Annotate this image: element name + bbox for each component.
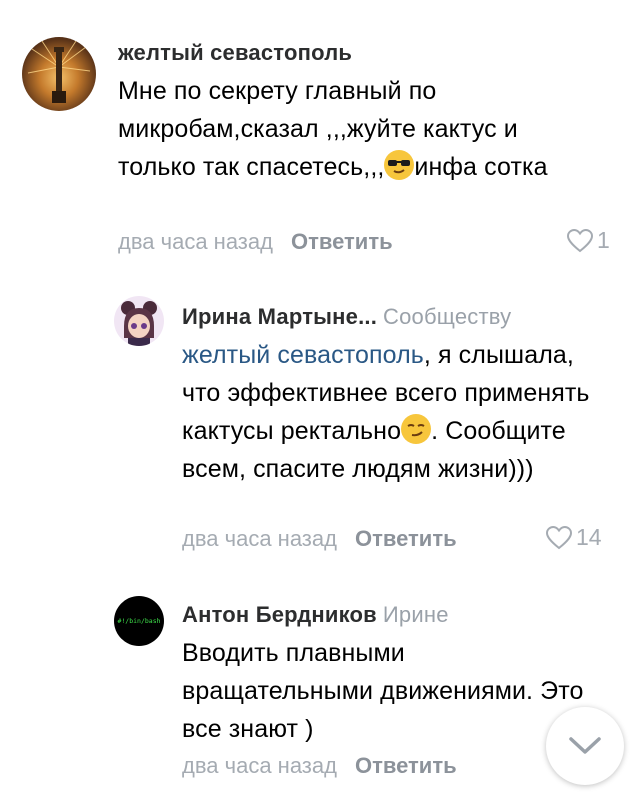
comment-meta: два часа назад Ответить (182, 753, 457, 779)
mention-link[interactable]: желтый севастополь (182, 341, 424, 369)
avatar[interactable] (114, 296, 164, 346)
heart-icon (546, 525, 572, 549)
comment-time: два часа назад (118, 229, 273, 254)
comment-meta: два часа назад Ответить (182, 526, 457, 552)
avatar[interactable] (22, 37, 96, 111)
author-name[interactable]: Ирина Мартыне... (182, 304, 377, 329)
reply-button[interactable]: Ответить (355, 753, 457, 778)
like-count: 14 (576, 524, 602, 550)
comment-text: желтый севастополь, я слышала, что эффек… (182, 336, 617, 488)
like-button[interactable]: 1 (567, 227, 610, 254)
comment-author: Антон Бердников Ирине (182, 602, 449, 628)
like-button[interactable]: 14 (546, 524, 602, 551)
comment-1: желтый севастополь Мне по секрету главны… (0, 0, 640, 270)
reply-target[interactable]: Ирине (383, 602, 449, 627)
heart-icon (567, 228, 593, 252)
avatar-text: #!/bin/bash (117, 617, 161, 625)
smirking-face-icon (401, 414, 432, 444)
comment-author[interactable]: желтый севастополь (118, 40, 352, 66)
scroll-down-button[interactable] (546, 707, 624, 785)
comment-time: два часа назад (182, 526, 337, 551)
comment-3: #!/bin/bash Антон Бердников Ирине Вводить… (0, 570, 640, 801)
comment-meta: два часа назад Ответить (118, 229, 393, 255)
reply-button[interactable]: Ответить (355, 526, 457, 551)
reply-target[interactable]: Сообществу (383, 304, 511, 329)
author-name[interactable]: Антон Бердников (182, 602, 377, 627)
comment-time: два часа назад (182, 753, 337, 778)
comment-text: Вводить плавными вращательными движениям… (182, 639, 584, 743)
monument-image (27, 40, 91, 103)
cartoon-girl-image (121, 301, 157, 346)
avatar[interactable]: #!/bin/bash (114, 596, 164, 646)
comment-text: Мне по секрету главный по микробам,сказа… (118, 72, 598, 186)
reply-button[interactable]: Ответить (291, 229, 393, 254)
chevron-down-icon (569, 737, 601, 754)
sunglasses-face-icon (384, 150, 415, 180)
like-count: 1 (597, 227, 610, 253)
comment-text-part: инфа сотка (414, 153, 548, 181)
comment-author: Ирина Мартыне... Сообществу (182, 304, 511, 330)
comment-2: Ирина Мартыне... Сообществу желтый севаст… (0, 270, 640, 570)
